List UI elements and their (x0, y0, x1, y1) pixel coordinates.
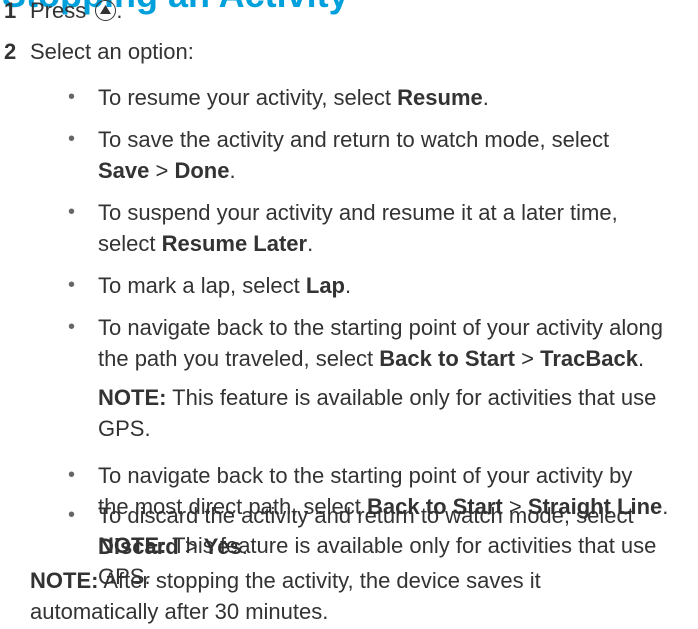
ui-command: TracBack (540, 346, 638, 371)
note-label: NOTE: (30, 568, 99, 593)
note-line: GPS. (98, 416, 151, 441)
text-line: To mark a lap, select Lap. (98, 270, 351, 301)
text-run: . (229, 158, 236, 183)
text-run: To mark a lap, select (98, 273, 306, 298)
text-line: select Resume Later. (98, 228, 618, 259)
text-run: . (482, 85, 489, 110)
list-item-text: To mark a lap, select Lap. (98, 270, 351, 301)
text-line: To navigate back to the starting point o… (98, 460, 668, 491)
text-run: To navigate back to the starting point o… (98, 463, 633, 488)
text-run: . (637, 346, 645, 371)
text-line: To suspend your activity and resume it a… (98, 197, 618, 228)
text-run: . (307, 231, 314, 256)
ui-command: Done (174, 158, 230, 183)
note-line: automatically after 30 minutes. (30, 599, 329, 624)
final-note: NOTE: After stopping the activity, the d… (30, 565, 541, 627)
bullet-marker: • (68, 128, 76, 150)
note-text: This feature is available only for activ… (166, 385, 657, 410)
list-item-text: To resume your activity, select Resume. (98, 82, 489, 113)
text-line: To resume your activity, select Resume. (98, 82, 489, 113)
document-page: Stopping an Activity 1 Press . 2 Select … (0, 0, 698, 629)
text-run: . (345, 273, 352, 298)
bullet-marker: • (68, 274, 76, 296)
text-run: > (178, 534, 204, 559)
text-run: To resume your activity, select (98, 85, 398, 110)
text-line: To save the activity and return to watch… (98, 124, 609, 155)
list-item-text: To suspend your activity and resume it a… (98, 197, 618, 259)
ui-command: Yes (203, 534, 242, 559)
text-run: To navigate back to the starting point o… (98, 315, 663, 340)
ui-command: Discard (98, 534, 179, 559)
text-run: > (149, 158, 175, 183)
list-item-text: To save the activity and return to watch… (98, 124, 609, 186)
ui-command: Lap (305, 273, 345, 298)
bullet-marker: • (68, 504, 76, 526)
text-run: > (515, 346, 541, 371)
note-text: After stopping the activity, the device … (98, 568, 541, 593)
bullet-marker: • (68, 86, 76, 108)
ui-command: Back to Start (379, 346, 516, 371)
bullet-marker: • (68, 201, 76, 223)
step-number: 1 (4, 0, 17, 23)
text-run: select (98, 231, 162, 256)
step-text: Select an option: (30, 39, 194, 64)
text-run: . (662, 494, 669, 519)
text-run: . (241, 534, 248, 559)
text-run: the path you traveled, select (98, 346, 380, 371)
list-item-text: To navigate back to the starting point o… (98, 312, 663, 374)
step-number: 2 (4, 39, 17, 64)
step-text: Press . (30, 0, 122, 26)
text-run: To suspend your activity and resume it a… (98, 200, 618, 225)
note-line: NOTE: After stopping the activity, the d… (30, 565, 541, 596)
text-line: the path you traveled, select Back to St… (98, 343, 663, 374)
step-1-text: Press (30, 0, 93, 23)
ui-command: Save (98, 158, 150, 183)
step-1-period: . (116, 0, 123, 23)
text-line: To discard the activity and return to wa… (98, 500, 634, 531)
text-run: To discard the activity and return to wa… (98, 503, 634, 528)
text-line: Save > Done. (98, 155, 609, 186)
text-run: To save the activity and return to watch… (98, 127, 610, 152)
list-item-text: To discard the activity and return to wa… (98, 500, 634, 562)
text-line: Discard > Yes. (98, 531, 634, 562)
bullet-marker: • (68, 316, 76, 338)
up-button-icon (95, 0, 117, 21)
text-line: To navigate back to the starting point o… (98, 312, 663, 343)
note: NOTE: This feature is available only for… (98, 382, 656, 444)
bullet-marker: • (68, 464, 76, 486)
ui-command: Resume (397, 85, 483, 110)
ui-command: Resume Later (161, 231, 308, 256)
note-line: NOTE: This feature is available only for… (98, 382, 656, 413)
note-label: NOTE: (98, 385, 167, 410)
